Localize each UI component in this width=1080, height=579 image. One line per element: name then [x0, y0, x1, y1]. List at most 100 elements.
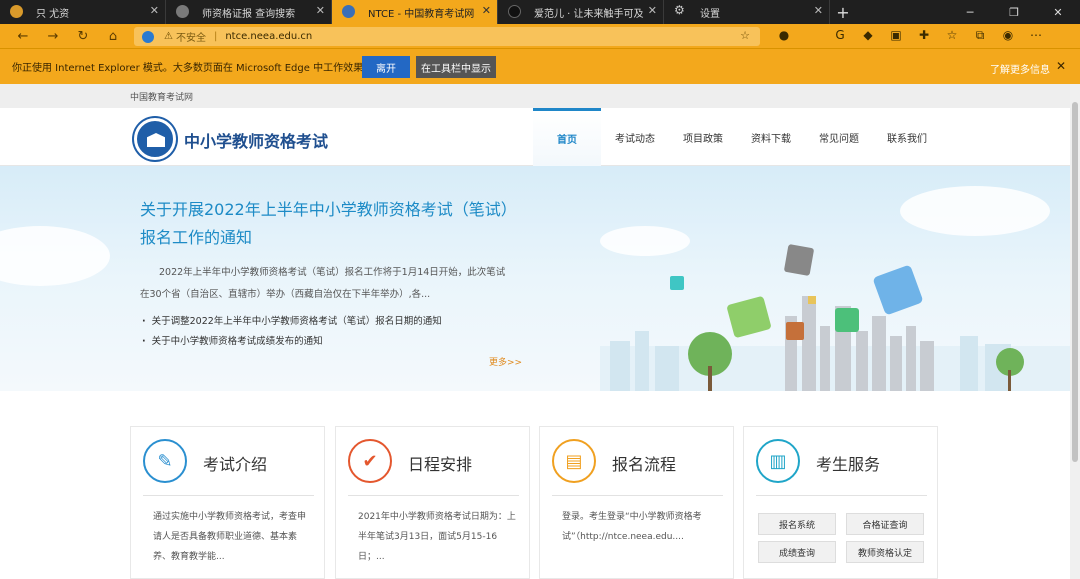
- card-text: 2021年中小学教师资格考试日期为：上半年笔试3月13日，面试5月15-16日；…: [358, 512, 516, 562]
- collections-icon[interactable]: ⧉: [966, 28, 994, 43]
- nav-item-home[interactable]: 首页: [533, 108, 601, 166]
- address-separator: |: [213, 31, 218, 42]
- card-text: 通过实施中小学教师资格考试，考查申请人是否具备教师职业道德、基本素养、教育教学能…: [153, 512, 307, 562]
- card-title[interactable]: 日程安排: [408, 451, 472, 475]
- minimize-icon[interactable]: ─: [948, 0, 992, 24]
- new-tab-button[interactable]: +: [830, 0, 856, 24]
- browser-tab-5[interactable]: ⚙ 设置 ✕: [664, 0, 830, 24]
- nav-item-downloads[interactable]: 资料下载: [737, 108, 805, 166]
- nav-item-contact[interactable]: 联系我们: [873, 108, 941, 166]
- insecure-label: 不安全: [175, 33, 206, 44]
- favorites-icon[interactable]: ☆: [938, 28, 966, 43]
- registration-system-button[interactable]: 报名系统: [758, 513, 836, 535]
- url-text[interactable]: ntce.neea.edu.cn: [225, 31, 312, 42]
- site-header: 中小学教师资格考试 首页 考试动态 项目政策 资料下载 常见问题 联系我们: [0, 108, 1070, 166]
- news-link[interactable]: 关于中小学教师资格考试成绩发布的通知: [142, 332, 442, 352]
- document-edit-icon: ✎: [143, 439, 187, 483]
- teacher-certification-button[interactable]: 教师资格认定: [846, 541, 924, 563]
- extension-icons: ● G ◆ ▣ ✚ ☆ ⧉ ◉ ⋯: [770, 28, 1050, 43]
- nav-item-news[interactable]: 考试动态: [601, 108, 669, 166]
- close-icon[interactable]: ✕: [648, 4, 657, 17]
- address-bar[interactable]: ⚠ 不安全 | ntce.neea.edu.cn ☆: [134, 27, 760, 46]
- card-title[interactable]: 考生服务: [816, 451, 880, 475]
- browser-tab-4[interactable]: 爱范儿 · 让未来触手可及 ✕: [498, 0, 664, 24]
- maximize-icon[interactable]: ❐: [992, 0, 1036, 24]
- card-title[interactable]: 报名流程: [612, 451, 676, 475]
- page-scrollbar[interactable]: [1070, 84, 1080, 579]
- leave-ie-mode-button[interactable]: 离开: [362, 56, 410, 78]
- close-icon[interactable]: ✕: [316, 4, 325, 17]
- more-menu-icon[interactable]: ⋯: [1022, 28, 1050, 43]
- close-icon[interactable]: ✕: [482, 4, 491, 17]
- extension-icon[interactable]: ◆: [854, 28, 882, 43]
- card-candidate-services: ▥ 考生服务 报名系统 合格证查询 成绩查询 教师资格认定: [743, 426, 938, 579]
- ie-mode-icon[interactable]: [142, 30, 154, 43]
- card-title[interactable]: 考试介绍: [203, 451, 267, 475]
- breadcrumb[interactable]: 中国教育考试网: [130, 90, 193, 103]
- form-icon: ▤: [552, 439, 596, 483]
- close-icon[interactable]: ✕: [814, 4, 823, 17]
- home-icon[interactable]: ⌂: [98, 29, 128, 44]
- card-divider: [756, 495, 927, 496]
- grammarly-icon[interactable]: G: [826, 28, 854, 43]
- card-registration[interactable]: ▤ 报名流程 登录。考生登录“中小学教师资格考试”（http://ntce.ne…: [539, 426, 734, 579]
- checkmark-icon: ✔: [348, 439, 392, 483]
- favorite-star-icon[interactable]: ☆: [740, 29, 750, 42]
- main-nav: 首页 考试动态 项目政策 资料下载 常见问题 联系我们: [533, 108, 941, 166]
- tab-favicon-icon: [176, 5, 189, 18]
- certificate-query-button[interactable]: 合格证查询: [846, 513, 924, 535]
- ie-mode-bar: 你正使用 Internet Explorer 模式。大多数页面在 Microso…: [0, 48, 1080, 84]
- tab-favicon-icon: [342, 5, 355, 18]
- tab-title: 爱范儿 · 让未来触手可及: [534, 8, 644, 20]
- score-query-button[interactable]: 成绩查询: [758, 541, 836, 563]
- site-top-strip: 中国教育考试网: [0, 84, 1070, 108]
- tab-title: NTCE - 中国教育考试网: [368, 8, 475, 20]
- tab-strip: 只 尤资 ✕ 师资格证报 查询搜索 ✕ NTCE - 中国教育考试网 ✕ 爱范儿…: [0, 0, 1080, 24]
- tab-title: 只 尤资: [36, 8, 70, 20]
- close-icon[interactable]: ✕: [1056, 59, 1066, 73]
- more-link[interactable]: 更多>>: [489, 355, 522, 368]
- extension-icon[interactable]: ●: [770, 28, 798, 43]
- extension-icon[interactable]: [798, 28, 826, 43]
- browser-tab-1[interactable]: 只 尤资 ✕: [0, 0, 166, 24]
- tab-favicon-icon: [508, 5, 521, 18]
- site-title[interactable]: 中小学教师资格考试: [184, 128, 328, 152]
- show-in-toolbar-button[interactable]: 在工具栏中显示: [416, 56, 496, 78]
- back-arrow-icon[interactable]: ←: [8, 29, 38, 44]
- browser-tab-3[interactable]: NTCE - 中国教育考试网 ✕: [332, 0, 498, 24]
- card-divider: [348, 495, 519, 496]
- warning-icon: ⚠: [164, 31, 173, 42]
- browser-tab-2[interactable]: 师资格证报 查询搜索 ✕: [166, 0, 332, 24]
- close-window-icon[interactable]: ✕: [1036, 0, 1080, 24]
- card-divider: [552, 495, 723, 496]
- banner-news-list: 关于调整2022年上半年中小学教师资格考试（笔试）报名日期的通知 关于中小学教师…: [142, 312, 442, 352]
- profile-avatar-icon[interactable]: ◉: [994, 28, 1022, 43]
- service-cards: ✎ 考试介绍 通过实施中小学教师资格考试，考查申请人是否具备教师职业道德、基本素…: [130, 426, 938, 579]
- site-logo[interactable]: [134, 118, 176, 160]
- banner-title-link[interactable]: 关于开展2022年上半年中小学教师资格考试（笔试）报名工作的通知: [140, 196, 520, 252]
- tab-title: 师资格证报 查询搜索: [202, 8, 296, 20]
- news-link[interactable]: 关于调整2022年上半年中小学教师资格考试（笔试）报名日期的通知: [142, 312, 442, 332]
- gear-icon: ⚙: [674, 3, 685, 17]
- cloud-decoration: [0, 226, 110, 286]
- extension-icon[interactable]: ▣: [882, 28, 910, 43]
- card-schedule[interactable]: ✔ 日程安排 2021年中小学教师资格考试日期为：上半年笔试3月13日，面试5月…: [335, 426, 530, 579]
- puzzle-icon[interactable]: ✚: [910, 28, 938, 43]
- scrollbar-thumb[interactable]: [1072, 102, 1078, 462]
- refresh-icon[interactable]: ↻: [68, 29, 98, 44]
- address-book-icon: ▥: [756, 439, 800, 483]
- forward-arrow-icon[interactable]: →: [38, 29, 68, 44]
- nav-item-faq[interactable]: 常见问题: [805, 108, 873, 166]
- card-divider: [143, 495, 314, 496]
- nav-item-policy[interactable]: 项目政策: [669, 108, 737, 166]
- browser-toolbar: ← → ↻ ⌂ ⚠ 不安全 | ntce.neea.edu.cn ☆ ● G ◆…: [0, 24, 1080, 48]
- card-exam-intro[interactable]: ✎ 考试介绍 通过实施中小学教师资格考试，考查申请人是否具备教师职业道德、基本素…: [130, 426, 325, 579]
- tab-favicon-icon: [10, 5, 23, 18]
- ie-mode-message: 你正使用 Internet Explorer 模式。大多数页面在 Microso…: [12, 63, 394, 74]
- learn-more-link[interactable]: 了解更多信息: [990, 61, 1050, 76]
- banner-summary: 2022年上半年中小学教师资格考试（笔试）报名工作将于1月14日开始，此次笔试在…: [140, 267, 506, 300]
- tab-title: 设置: [700, 8, 720, 20]
- close-icon[interactable]: ✕: [150, 4, 159, 17]
- cityscape-illustration: [600, 244, 1070, 391]
- window-controls: ─ ❐ ✕: [948, 0, 1080, 24]
